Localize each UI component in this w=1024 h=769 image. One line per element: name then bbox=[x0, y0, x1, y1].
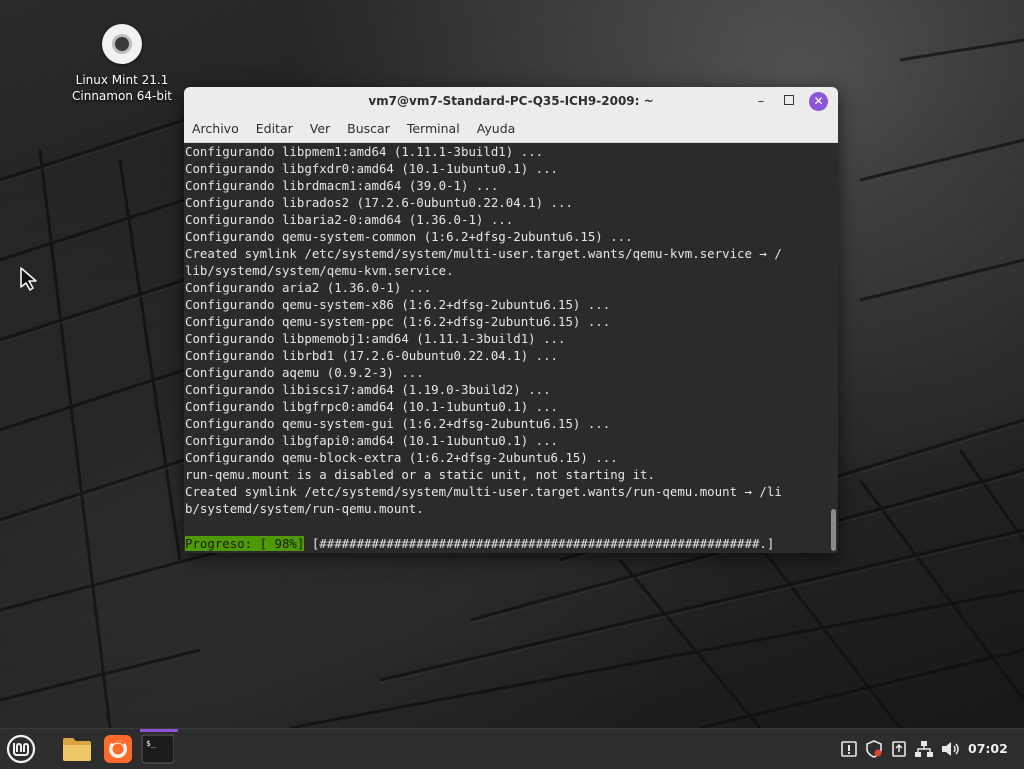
terminal-line: Configurando qemu-system-x86 (1:6.2+dfsg… bbox=[185, 297, 611, 312]
progress-line: Progreso: [ 98%] [######################… bbox=[185, 535, 774, 552]
terminal-line: lib/systemd/system/qemu-kvm.service. bbox=[185, 263, 454, 278]
taskbar: $_ 07:02 bbox=[0, 728, 1024, 769]
progress-label: Progreso: [ 98%] bbox=[185, 536, 305, 551]
terminal-line: Configurando aqemu (0.9.2-3) ... bbox=[185, 365, 424, 380]
terminal-line: Configurando qemu-system-gui (1:6.2+dfsg… bbox=[185, 416, 611, 431]
clock[interactable]: 07:02 bbox=[968, 729, 1008, 769]
terminal-line: Configurando librdmacm1:amd64 (39.0-1) .… bbox=[185, 178, 499, 193]
volume-icon[interactable] bbox=[940, 739, 962, 759]
terminal-line: run-qemu.mount is a disabled or a static… bbox=[185, 467, 655, 482]
terminal-line: Created symlink /etc/systemd/system/mult… bbox=[185, 246, 782, 261]
terminal-line: Configurando libpmemobj1:amd64 (1.11.1-3… bbox=[185, 331, 566, 346]
window-title: vm7@vm7-Standard-PC-Q35-ICH9-2009: ~ bbox=[368, 94, 654, 108]
terminal-line: Configurando qemu-system-common (1:6.2+d… bbox=[185, 229, 633, 244]
menu-ayuda[interactable]: Ayuda bbox=[473, 116, 520, 142]
shield-icon[interactable] bbox=[864, 739, 884, 759]
menubar: Archivo Editar Ver Buscar Terminal Ayuda bbox=[184, 116, 838, 143]
notification-icon[interactable] bbox=[840, 739, 858, 759]
terminal-scrollbar[interactable] bbox=[831, 509, 836, 551]
maximize-icon bbox=[784, 95, 794, 105]
clipboard-icon[interactable] bbox=[890, 739, 908, 759]
menu-archivo[interactable]: Archivo bbox=[188, 116, 243, 142]
desktop-icon-label-line2: Cinnamon 64-bit bbox=[72, 89, 172, 103]
minimize-button[interactable]: – bbox=[751, 92, 771, 112]
files-folder-icon bbox=[63, 738, 91, 761]
mint-menu-button[interactable] bbox=[4, 733, 38, 765]
terminal-window[interactable]: vm7@vm7-Standard-PC-Q35-ICH9-2009: ~ – ✕… bbox=[184, 87, 838, 553]
firefox-launcher[interactable] bbox=[101, 733, 135, 765]
terminal-line: Configurando qemu-block-extra (1:6.2+dfs… bbox=[185, 450, 618, 465]
terminal-icon: $_ bbox=[141, 734, 175, 764]
terminal-line: Configurando librbd1 (17.2.6-0ubuntu0.22… bbox=[185, 348, 558, 363]
maximize-button[interactable] bbox=[779, 92, 799, 112]
mouse-cursor-icon bbox=[20, 267, 37, 291]
close-button[interactable]: ✕ bbox=[809, 92, 828, 111]
terminal-line: Created symlink /etc/systemd/system/mult… bbox=[185, 484, 782, 499]
terminal-output[interactable]: Configurando libpmem1:amd64 (1.11.1-3bui… bbox=[184, 143, 828, 553]
network-icon[interactable] bbox=[914, 739, 934, 759]
menu-editar[interactable]: Editar bbox=[252, 116, 297, 142]
terminal-line: Configurando qemu-system-ppc (1:6.2+dfsg… bbox=[185, 314, 611, 329]
files-launcher[interactable] bbox=[60, 733, 94, 765]
terminal-line: Configurando libaria2-0:amd64 (1.36.0-1)… bbox=[185, 212, 514, 227]
terminal-line: Configurando librados2 (17.2.6-0ubuntu0.… bbox=[185, 195, 573, 210]
menu-terminal[interactable]: Terminal bbox=[403, 116, 464, 142]
menu-ver[interactable]: Ver bbox=[306, 116, 334, 142]
firefox-icon bbox=[104, 735, 132, 763]
progress-bar: [#######################################… bbox=[304, 536, 775, 551]
desktop-icon-label: Linux Mint 21.1 Cinnamon 64-bit bbox=[62, 72, 182, 104]
disc-icon bbox=[102, 24, 142, 64]
terminal-line: Configurando aria2 (1.36.0-1) ... bbox=[185, 280, 432, 295]
mint-menu-icon bbox=[6, 734, 36, 764]
terminal-line: Configurando libgfrpc0:amd64 (10.1-1ubun… bbox=[185, 399, 558, 414]
svg-text:$_: $_ bbox=[146, 739, 156, 748]
terminal-line: Configurando libgfxdr0:amd64 (10.1-1ubun… bbox=[185, 161, 558, 176]
terminal-line: Configurando libpmem1:amd64 (1.11.1-3bui… bbox=[185, 144, 544, 159]
desktop-icon-label-line1: Linux Mint 21.1 bbox=[75, 73, 169, 87]
window-titlebar[interactable]: vm7@vm7-Standard-PC-Q35-ICH9-2009: ~ – ✕ bbox=[184, 87, 838, 116]
terminal-line: Configurando libiscsi7:amd64 (1.19.0-3bu… bbox=[185, 382, 551, 397]
desktop-icon-install-disc[interactable]: Linux Mint 21.1 Cinnamon 64-bit bbox=[62, 24, 182, 104]
terminal-line: b/systemd/system/run-qemu.mount. bbox=[185, 501, 424, 516]
terminal-launcher[interactable]: $_ bbox=[140, 733, 175, 765]
menu-buscar[interactable]: Buscar bbox=[343, 116, 394, 142]
active-window-indicator bbox=[140, 729, 178, 732]
terminal-line: Configurando libgfapi0:amd64 (10.1-1ubun… bbox=[185, 433, 558, 448]
